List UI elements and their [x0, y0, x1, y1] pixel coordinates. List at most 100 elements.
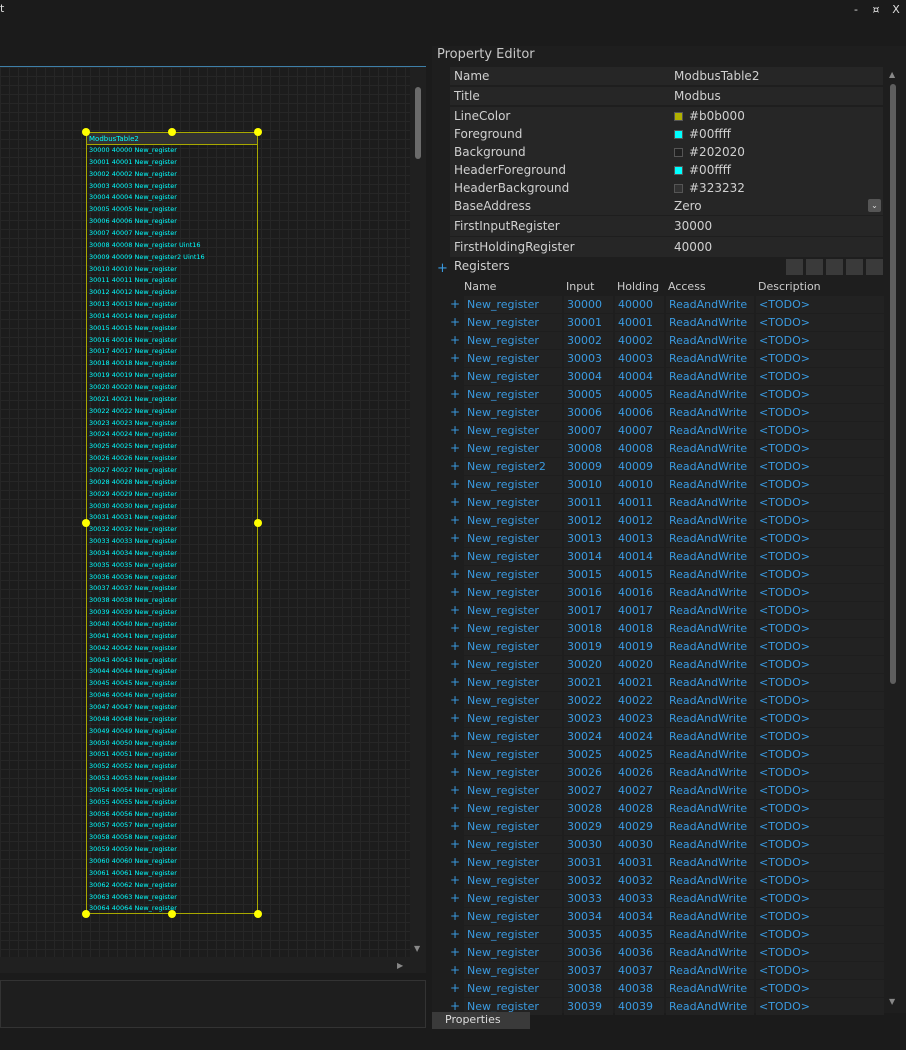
move-up-button[interactable] — [826, 259, 843, 275]
register-access-cell[interactable]: ReadAndWrite — [666, 368, 754, 385]
register-description-cell[interactable]: <TODO> — [756, 350, 884, 367]
register-description-cell[interactable]: <TODO> — [756, 296, 884, 313]
register-name-cell[interactable]: New_register — [464, 836, 562, 853]
register-access-cell[interactable]: ReadAndWrite — [666, 836, 754, 853]
expand-register-icon[interactable]: + — [448, 404, 462, 421]
resize-handle-bottom[interactable] — [168, 910, 176, 918]
register-row[interactable]: + New_register 30032 40032 ReadAndWrite <TODO… — [448, 872, 884, 889]
register-row[interactable]: + New_register 30016 40016 ReadAndWrite <TODO… — [448, 584, 884, 601]
expand-register-icon[interactable]: + — [448, 638, 462, 655]
register-row[interactable]: + New_register 30005 40005 ReadAndWrite <TODO… — [448, 386, 884, 403]
property-value[interactable]: #202020 — [668, 143, 883, 161]
register-description-cell[interactable]: <TODO> — [756, 710, 884, 727]
column-header-holding[interactable]: Holding — [617, 279, 659, 295]
register-access-cell[interactable]: ReadAndWrite — [666, 440, 754, 457]
register-row[interactable]: + New_register 30030 40030 ReadAndWrite <TODO… — [448, 836, 884, 853]
register-description-cell[interactable]: <TODO> — [756, 998, 884, 1015]
register-access-cell[interactable]: ReadAndWrite — [666, 782, 754, 799]
register-input-cell[interactable]: 30028 — [564, 800, 613, 817]
register-row[interactable]: + New_register 30038 40038 ReadAndWrite <TODO… — [448, 980, 884, 997]
register-row[interactable]: + New_register 30035 40035 ReadAndWrite <TODO… — [448, 926, 884, 943]
register-access-cell[interactable]: ReadAndWrite — [666, 350, 754, 367]
register-name-cell[interactable]: New_register — [464, 620, 562, 637]
register-holding-cell[interactable]: 40020 — [615, 656, 664, 673]
register-access-cell[interactable]: ReadAndWrite — [666, 710, 754, 727]
register-input-cell[interactable]: 30034 — [564, 908, 613, 925]
register-holding-cell[interactable]: 40028 — [615, 800, 664, 817]
register-holding-cell[interactable]: 40030 — [615, 836, 664, 853]
expand-register-icon[interactable]: + — [448, 620, 462, 637]
register-holding-cell[interactable]: 40009 — [615, 458, 664, 475]
register-input-cell[interactable]: 30011 — [564, 494, 613, 511]
register-description-cell[interactable]: <TODO> — [756, 404, 884, 421]
register-description-cell[interactable]: <TODO> — [756, 584, 884, 601]
expand-register-icon[interactable]: + — [448, 872, 462, 889]
register-access-cell[interactable]: ReadAndWrite — [666, 872, 754, 889]
register-holding-cell[interactable]: 40013 — [615, 530, 664, 547]
register-name-cell[interactable]: New_register — [464, 728, 562, 745]
register-name-cell[interactable]: New_register — [464, 818, 562, 835]
registers-expand-icon[interactable]: + — [437, 261, 448, 276]
register-name-cell[interactable]: New_register — [464, 386, 562, 403]
register-holding-cell[interactable]: 40033 — [615, 890, 664, 907]
properties-tab-label[interactable]: Properties — [445, 1013, 501, 1026]
register-holding-cell[interactable]: 40032 — [615, 872, 664, 889]
register-row[interactable]: + New_register2 30009 40009 ReadAndWrite <TOD… — [448, 458, 884, 475]
register-holding-cell[interactable]: 40029 — [615, 818, 664, 835]
register-row[interactable]: + New_register 30010 40010 ReadAndWrite <TODO… — [448, 476, 884, 493]
register-holding-cell[interactable]: 40023 — [615, 710, 664, 727]
register-access-cell[interactable]: ReadAndWrite — [666, 800, 754, 817]
register-holding-cell[interactable]: 40010 — [615, 476, 664, 493]
register-access-cell[interactable]: ReadAndWrite — [666, 386, 754, 403]
expand-register-icon[interactable]: + — [448, 782, 462, 799]
pe-scroll-up-arrow-icon[interactable]: ▲ — [889, 70, 895, 79]
expand-register-icon[interactable]: + — [448, 566, 462, 583]
register-name-cell[interactable]: New_register — [464, 602, 562, 619]
register-description-cell[interactable]: <TODO> — [756, 692, 884, 709]
canvas-vertical-scrollbar[interactable] — [410, 67, 426, 957]
register-access-cell[interactable]: ReadAndWrite — [666, 962, 754, 979]
register-input-cell[interactable]: 30037 — [564, 962, 613, 979]
expand-register-icon[interactable]: + — [448, 584, 462, 601]
scroll-right-arrow-icon[interactable]: ▶ — [397, 961, 403, 970]
register-input-cell[interactable]: 30000 — [564, 296, 613, 313]
register-access-cell[interactable]: ReadAndWrite — [666, 638, 754, 655]
register-input-cell[interactable]: 30017 — [564, 602, 613, 619]
minimize-button[interactable]: - — [849, 3, 863, 16]
register-name-cell[interactable]: New_register — [464, 908, 562, 925]
register-input-cell[interactable]: 30019 — [564, 638, 613, 655]
register-input-cell[interactable]: 30027 — [564, 782, 613, 799]
register-holding-cell[interactable]: 40024 — [615, 728, 664, 745]
register-access-cell[interactable]: ReadAndWrite — [666, 422, 754, 439]
register-description-cell[interactable]: <TODO> — [756, 386, 884, 403]
expand-register-icon[interactable]: + — [448, 512, 462, 529]
register-description-cell[interactable]: <TODO> — [756, 746, 884, 763]
register-access-cell[interactable]: ReadAndWrite — [666, 548, 754, 565]
register-row[interactable]: + New_register 30003 40003 ReadAndWrite <TODO… — [448, 350, 884, 367]
property-value[interactable]: #b0b000 — [668, 107, 883, 125]
register-name-cell[interactable]: New_register — [464, 710, 562, 727]
remove-register-button[interactable] — [806, 259, 823, 275]
register-input-cell[interactable]: 30029 — [564, 818, 613, 835]
register-row[interactable]: + New_register 30000 40000 ReadAndWrite <TODO… — [448, 296, 884, 313]
property-value[interactable]: #323232 — [668, 179, 883, 197]
register-access-cell[interactable]: ReadAndWrite — [666, 494, 754, 511]
register-access-cell[interactable]: ReadAndWrite — [666, 890, 754, 907]
property-value[interactable]: Zero ⌄ — [668, 197, 883, 215]
resize-handle-top-right[interactable] — [254, 128, 262, 136]
register-description-cell[interactable]: <TODO> — [756, 800, 884, 817]
register-holding-cell[interactable]: 40007 — [615, 422, 664, 439]
column-header-description[interactable]: Description — [758, 279, 821, 295]
register-input-cell[interactable]: 30002 — [564, 332, 613, 349]
register-name-cell[interactable]: New_register — [464, 476, 562, 493]
expand-register-icon[interactable]: + — [448, 692, 462, 709]
register-row[interactable]: + New_register 30026 40026 ReadAndWrite <TODO… — [448, 764, 884, 781]
clear-registers-button[interactable] — [866, 259, 883, 275]
register-input-cell[interactable]: 30007 — [564, 422, 613, 439]
expand-register-icon[interactable]: + — [448, 332, 462, 349]
expand-register-icon[interactable]: + — [448, 386, 462, 403]
register-access-cell[interactable]: ReadAndWrite — [666, 944, 754, 961]
register-row[interactable]: + New_register 30029 40029 ReadAndWrite <TODO… — [448, 818, 884, 835]
column-header-access[interactable]: Access — [668, 279, 706, 295]
register-holding-cell[interactable]: 40022 — [615, 692, 664, 709]
